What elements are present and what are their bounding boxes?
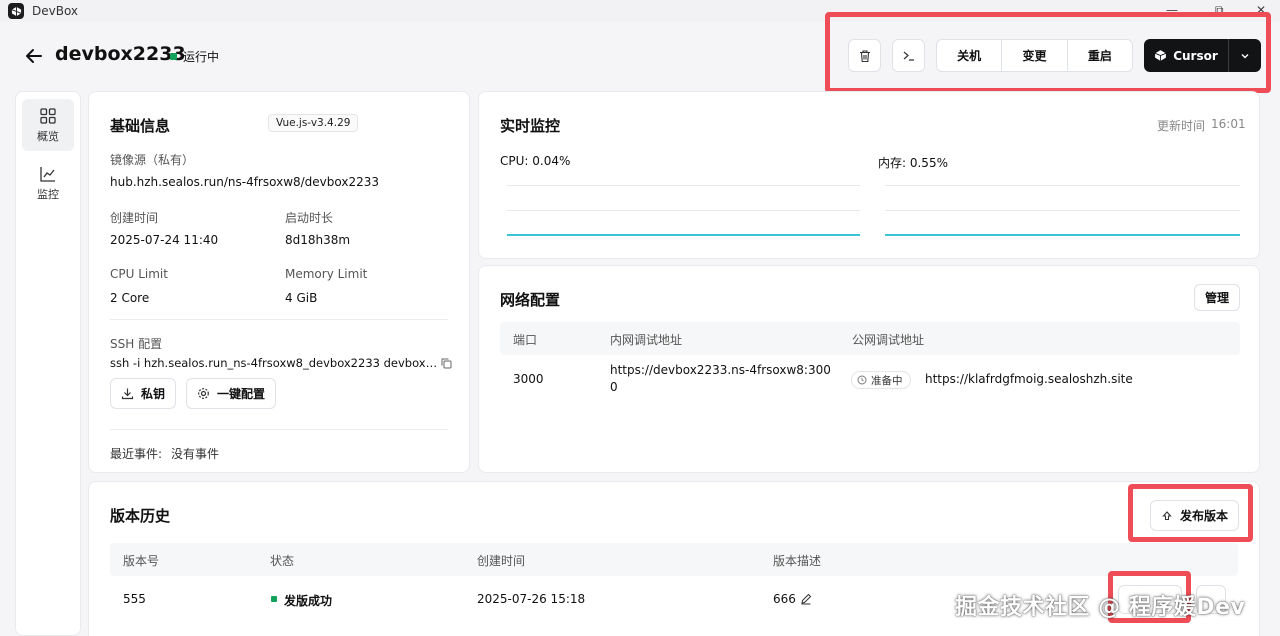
update-time-value: 16:01 bbox=[1211, 117, 1246, 131]
annotation-box-header-actions bbox=[825, 12, 1271, 93]
divider bbox=[110, 429, 448, 430]
version-description: 666 bbox=[773, 592, 796, 606]
column-header-status: 状态 bbox=[270, 554, 295, 568]
cpu-limit-value: 2 Core bbox=[110, 291, 150, 305]
version-history-title: 版本历史 bbox=[110, 507, 171, 525]
created-label: 创建时间 bbox=[110, 211, 159, 225]
internal-address-line1[interactable]: https://devbox2233.ns-4frsoxw8:300 bbox=[610, 363, 831, 377]
memory-usage-label: 内存: 0.55% bbox=[878, 156, 948, 170]
download-icon bbox=[121, 388, 134, 400]
public-address[interactable]: https://klafrdgfmoig.sealoshzh.site bbox=[925, 372, 1133, 386]
version-created: 2025-07-26 15:18 bbox=[477, 592, 586, 606]
cpu-chart-gridline bbox=[507, 185, 860, 186]
column-header-created: 创建时间 bbox=[477, 554, 526, 568]
basic-info-title: 基础信息 bbox=[110, 117, 171, 135]
sidebar-item-monitor[interactable]: 监控 bbox=[22, 157, 74, 209]
one-click-config-button[interactable]: 一键配置 bbox=[186, 378, 276, 409]
ssh-command: ssh -i hzh.sealos.run_ns-4frsoxw8_devbox… bbox=[110, 356, 438, 370]
monitor-title: 实时监控 bbox=[500, 117, 561, 135]
clock-icon bbox=[857, 375, 867, 385]
cpu-usage-label: CPU: 0.04% bbox=[500, 154, 571, 168]
memory-limit-label: Memory Limit bbox=[285, 267, 368, 281]
created-value: 2025-07-24 11:40 bbox=[110, 233, 219, 247]
sidebar-item-overview[interactable]: 概览 bbox=[22, 99, 74, 151]
runtime-tag: Vue.js-v3.4.29 bbox=[268, 114, 359, 132]
internal-address-line2[interactable]: 0 bbox=[610, 380, 618, 394]
devbox-name: devbox2233 bbox=[55, 43, 186, 65]
cpu-chart-gridline bbox=[507, 210, 860, 211]
public-status-badge: 准备中 bbox=[851, 371, 911, 389]
port-value: 3000 bbox=[513, 372, 544, 386]
app-logo-icon bbox=[8, 3, 24, 19]
ssh-config-label: SSH 配置 bbox=[110, 337, 163, 351]
status-text: 运行中 bbox=[183, 50, 220, 64]
update-time-label: 更新时间 bbox=[1157, 119, 1206, 133]
image-value: hub.hzh.sealos.run/ns-4frsoxw8/devbox223… bbox=[110, 175, 380, 189]
manage-button[interactable]: 管理 bbox=[1194, 284, 1240, 311]
recent-events-label: 最近事件: bbox=[110, 447, 163, 461]
divider bbox=[110, 319, 448, 320]
memory-usage-line bbox=[885, 234, 1240, 236]
basic-info-card: 基础信息 Vue.js-v3.4.29 镜像源（私有） hub.hzh.seal… bbox=[88, 91, 470, 473]
column-header-version: 版本号 bbox=[123, 554, 160, 568]
annotation-box-publish bbox=[1128, 484, 1253, 542]
column-header-description: 版本描述 bbox=[773, 554, 822, 568]
memory-chart-gridline bbox=[885, 185, 1240, 186]
network-title: 网络配置 bbox=[500, 291, 561, 309]
private-key-button[interactable]: 私钥 bbox=[110, 378, 176, 409]
status-success-dot bbox=[271, 596, 277, 602]
uptime-label: 启动时长 bbox=[285, 211, 334, 225]
cpu-usage-line bbox=[507, 234, 860, 236]
column-header-port: 端口 bbox=[513, 333, 538, 347]
network-card: 网络配置 管理 端口 内网调试地址 公网调试地址 3000 https://de… bbox=[478, 265, 1260, 473]
sidebar: 概览 监控 bbox=[15, 91, 81, 636]
edit-pencil-icon[interactable] bbox=[800, 593, 812, 605]
watermark-text: 掘金技术社区 @ 程序媛Dev bbox=[955, 595, 1246, 620]
column-header-public: 公网调试地址 bbox=[852, 333, 925, 347]
uptime-value: 8d18h38m bbox=[285, 233, 351, 247]
back-arrow-icon[interactable] bbox=[24, 46, 44, 66]
monitor-card: 实时监控 更新时间 16:01 CPU: 0.04% 内存: 0.55% bbox=[478, 91, 1260, 259]
memory-chart-gridline bbox=[885, 210, 1240, 211]
column-header-internal: 内网调试地址 bbox=[610, 333, 683, 347]
sidebar-item-label: 概览 bbox=[37, 129, 59, 143]
copy-icon[interactable] bbox=[441, 358, 452, 369]
line-chart-icon bbox=[40, 166, 55, 182]
one-click-config-label: 一键配置 bbox=[216, 387, 265, 401]
sidebar-item-label: 监控 bbox=[37, 187, 59, 201]
version-status: 发版成功 bbox=[284, 594, 333, 608]
image-label: 镜像源（私有） bbox=[110, 153, 195, 167]
recent-events-value: 没有事件 bbox=[171, 447, 220, 461]
status-dot bbox=[170, 53, 177, 60]
version-number: 555 bbox=[123, 592, 146, 606]
public-status-text: 准备中 bbox=[871, 374, 903, 387]
gear-icon bbox=[198, 388, 209, 399]
private-key-label: 私钥 bbox=[140, 387, 165, 401]
app-title: DevBox bbox=[32, 4, 79, 18]
cpu-limit-label: CPU Limit bbox=[110, 267, 168, 281]
memory-limit-value: 4 GiB bbox=[285, 291, 318, 305]
grid-icon bbox=[40, 107, 56, 124]
